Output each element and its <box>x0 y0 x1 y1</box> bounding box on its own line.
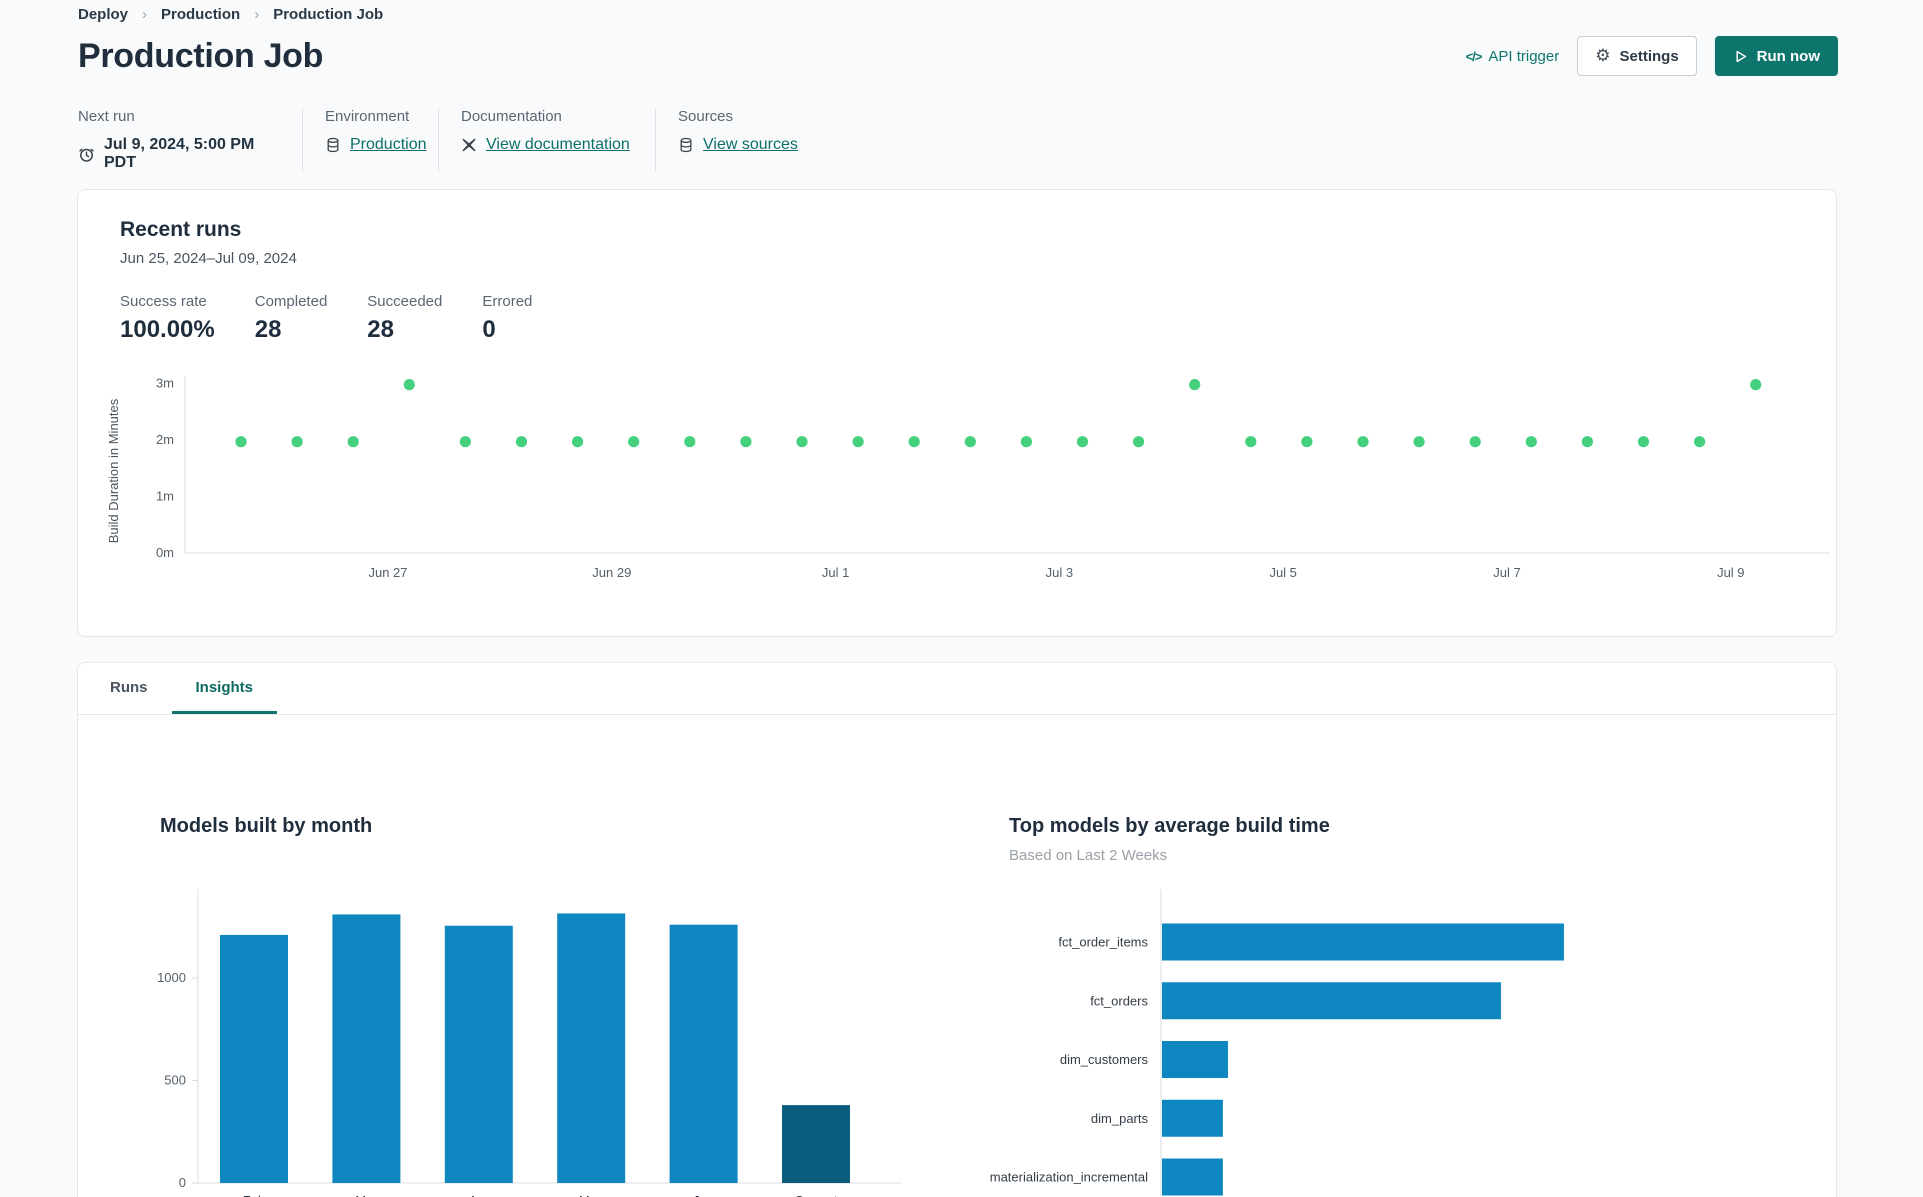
svg-text:Jul 9: Jul 9 <box>1717 565 1744 580</box>
top-models-chart: 0m10s20s30s40sfct_order_itemsfct_ordersd… <box>990 889 1564 1197</box>
stat-succeeded: Succeeded 28 <box>367 293 443 343</box>
breadcrumb: Deploy › Production › Production Job <box>78 6 383 23</box>
stat-completed: Completed 28 <box>254 293 328 343</box>
svg-text:0m: 0m <box>156 545 174 560</box>
models-by-month-title: Models built by month <box>160 815 373 837</box>
svg-text:Jul 1: Jul 1 <box>822 565 849 580</box>
settings-label: Settings <box>1619 47 1679 65</box>
svg-text:fct_orders: fct_orders <box>1090 993 1148 1008</box>
top-models-subtitle: Based on Last 2 Weeks <box>1009 847 1168 864</box>
view-sources-link[interactable]: View sources <box>703 136 798 154</box>
tab-insights[interactable]: Insights <box>171 663 278 714</box>
page-header: Production Job </> API trigger ⚙ Setting… <box>78 36 1838 76</box>
svg-text:Jun 27: Jun 27 <box>368 565 407 580</box>
stat-success-rate: Success rate 100.00% <box>120 293 215 343</box>
meta-next-run: Next run Jul 9, 2024, 5:00 PM PDT <box>78 108 302 172</box>
svg-text:dim_parts: dim_parts <box>1091 1111 1149 1126</box>
svg-text:Jun 29: Jun 29 <box>592 565 631 580</box>
meta-sources: Sources View sources <box>655 108 822 172</box>
svg-text:0: 0 <box>179 1175 186 1190</box>
insights-card: Runs Insights Models built by month Top … <box>77 662 1837 1197</box>
gear-icon: ⚙ <box>1595 45 1611 66</box>
database-icon <box>678 137 694 153</box>
meta-environment: Environment Production <box>302 108 438 172</box>
meta-documentation: Documentation View documentation <box>438 108 655 172</box>
breadcrumb-deploy[interactable]: Deploy <box>78 6 128 23</box>
production-job-page: Deploy › Production › Production Job Pro… <box>0 0 1923 1197</box>
svg-text:Apr: Apr <box>469 1193 490 1197</box>
svg-text:May: May <box>579 1193 604 1197</box>
models-by-month-chart: 0 500 1000 Feb Mar Apr May Jun Current <box>157 889 901 1197</box>
run-now-button[interactable]: Run now <box>1714 36 1838 76</box>
play-icon <box>1733 49 1748 64</box>
api-trigger-label: API trigger <box>1488 47 1560 65</box>
insights-content: Models built by month Top models by aver… <box>78 715 1836 1197</box>
svg-text:Jul 5: Jul 5 <box>1269 565 1296 580</box>
run-now-label: Run now <box>1756 47 1820 65</box>
svg-text:500: 500 <box>164 1073 186 1088</box>
recent-runs-title: Recent runs <box>120 218 242 241</box>
code-icon: </> <box>1465 48 1483 64</box>
meta-label: Environment <box>325 108 410 125</box>
tab-bar: Runs Insights <box>78 663 1836 715</box>
settings-button[interactable]: ⚙ Settings <box>1577 36 1697 76</box>
job-meta: Next run Jul 9, 2024, 5:00 PM PDT Enviro… <box>78 108 822 172</box>
recent-runs-card: Recent runs Jun 25, 2024–Jul 09, 2024 Su… <box>77 189 1837 637</box>
run-stats: Success rate 100.00% Completed 28 Succee… <box>120 293 1836 344</box>
stat-errored: Errored 0 <box>482 293 533 343</box>
svg-text:Current: Current <box>794 1193 838 1197</box>
recent-runs-date-range: Jun 25, 2024–Jul 09, 2024 <box>120 250 297 267</box>
api-trigger-link[interactable]: </> API trigger <box>1466 48 1560 65</box>
meta-label: Sources <box>678 108 734 125</box>
chevron-right-icon: › <box>254 6 260 23</box>
breadcrumb-current: Production Job <box>273 6 384 23</box>
next-run-value: Jul 9, 2024, 5:00 PM PDT <box>104 136 255 171</box>
svg-text:Feb: Feb <box>243 1193 265 1197</box>
clock-icon <box>78 146 95 163</box>
svg-text:materialization_incremental: materialization_incremental <box>990 1170 1148 1185</box>
view-documentation-link[interactable]: View documentation <box>486 136 630 154</box>
meta-label: Documentation <box>461 108 562 125</box>
build-duration-scatter-chart: 0m 1m 2m 3m Jun 27 Jun 29 Jul 1 Jul 3 Jul 5 Jul 7… <box>106 376 1830 580</box>
dbt-logo-icon <box>461 137 477 153</box>
chevron-right-icon: › <box>142 6 148 23</box>
svg-text:Jul 3: Jul 3 <box>1046 565 1073 580</box>
svg-text:1m: 1m <box>156 489 174 504</box>
environment-link[interactable]: Production <box>350 136 427 154</box>
header-actions: </> API trigger ⚙ Settings Run now <box>1466 36 1838 76</box>
breadcrumb-production[interactable]: Production <box>161 6 240 23</box>
svg-text:3m: 3m <box>156 376 174 391</box>
meta-label: Next run <box>78 108 135 125</box>
tab-runs[interactable]: Runs <box>86 663 172 714</box>
svg-text:1000: 1000 <box>157 970 186 985</box>
svg-text:dim_customers: dim_customers <box>1060 1052 1149 1067</box>
svg-text:Jul 7: Jul 7 <box>1493 565 1520 580</box>
svg-text:fct_order_items: fct_order_items <box>1058 935 1148 950</box>
database-icon <box>325 137 341 153</box>
top-models-title: Top models by average build time <box>1009 815 1330 837</box>
svg-text:Mar: Mar <box>355 1193 378 1197</box>
page-title: Production Job <box>78 36 324 75</box>
svg-text:2m: 2m <box>156 432 174 447</box>
svg-text:Jun: Jun <box>693 1193 714 1197</box>
svg-text:Build Duration in Minutes: Build Duration in Minutes <box>106 398 121 543</box>
